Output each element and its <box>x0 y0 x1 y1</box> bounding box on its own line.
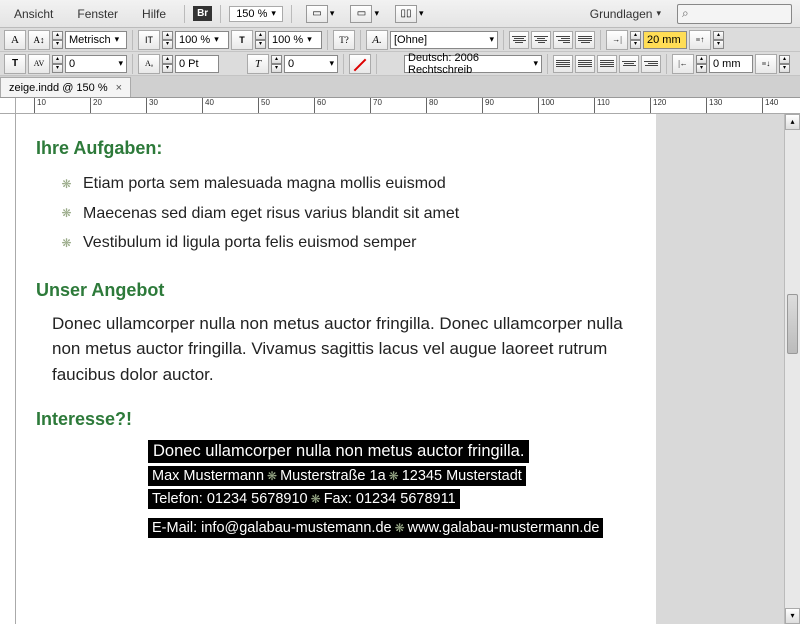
contact-address: Max Mustermann❋Musterstraße 1a❋12345 Mus… <box>148 466 526 486</box>
spinner[interactable]: ▴▾ <box>255 31 266 49</box>
menu-fenster[interactable]: Fenster <box>67 5 128 23</box>
arrange-icon[interactable]: ▯▯ <box>395 5 417 23</box>
scroll-thumb[interactable] <box>787 294 798 354</box>
skew-field[interactable]: 0▾ <box>284 55 338 73</box>
document-page[interactable]: Ihre Aufgaben: ❋Etiam porta sem malesuad… <box>16 114 656 624</box>
canvas-area: Ihre Aufgaben: ❋Etiam porta sem malesuad… <box>16 114 784 624</box>
list-item: ❋Vestibulum id ligula porta felis euismo… <box>60 228 636 258</box>
indent-left-icon[interactable]: →| <box>606 30 628 50</box>
zoom-level-select[interactable]: 150 %▾ <box>229 6 283 22</box>
char-style-select[interactable]: [Ohne]▾ <box>390 31 498 49</box>
spinner[interactable]: ▴▾ <box>713 31 724 49</box>
flower-icon: ❋ <box>60 177 73 190</box>
indent-left-field[interactable]: 20 mm <box>643 31 687 49</box>
skew-icon[interactable]: T <box>247 54 269 74</box>
workspace-switcher[interactable]: Grundlagen▾ <box>582 5 669 23</box>
task-list: ❋Etiam porta sem malesuada magna mollis … <box>60 169 636 258</box>
spinner[interactable]: ▴▾ <box>52 55 63 73</box>
heading-offer: Unser Angebot <box>36 280 636 301</box>
vertical-scrollbar[interactable]: ▴ ▾ <box>784 114 800 624</box>
heading-interest: Interesse?! <box>36 409 636 430</box>
baseline-shift-icon[interactable]: Aₐ <box>138 54 160 74</box>
align-center-button[interactable] <box>531 31 551 49</box>
document-tab[interactable]: zeige.indd @ 150 % × <box>0 77 131 97</box>
spinner[interactable]: ▴▾ <box>271 55 282 73</box>
menubar: Ansicht Fenster Hilfe Br 150 %▾ ▭▾ ▭▾ ▯▯… <box>0 0 800 28</box>
control-panel: A A↕ ▴▾ Metrisch▾ IT ▴▾ 100 %▾ T ▴▾ 100 … <box>0 28 800 76</box>
list-item: ❋Etiam porta sem malesuada magna mollis … <box>60 169 636 199</box>
align-toward-spine-button[interactable] <box>619 55 639 73</box>
spinner[interactable]: ▴▾ <box>52 31 63 49</box>
language-select[interactable]: Deutsch: 2006 Rechtschreib▾ <box>404 55 542 73</box>
spinner[interactable]: ▴▾ <box>162 55 173 73</box>
spinner[interactable]: ▴▾ <box>696 55 707 73</box>
space-after-icon[interactable]: ≡↓ <box>755 54 777 74</box>
para-formatting-icon[interactable]: T <box>4 54 26 74</box>
contact-block: Donec ullamcorper nulla non metus auctor… <box>148 440 636 541</box>
list-item: ❋Maecenas sed diam eget risus varius bla… <box>60 199 636 229</box>
justify-all-right-button[interactable] <box>597 55 617 73</box>
hscale-icon[interactable]: T <box>231 30 253 50</box>
no-fill-icon[interactable] <box>349 54 371 74</box>
align-right-button[interactable] <box>553 31 573 49</box>
align-left-button[interactable] <box>509 31 529 49</box>
indent-right-field[interactable]: 0 mm <box>709 55 753 73</box>
spinner[interactable]: ▴▾ <box>630 31 641 49</box>
contact-email: E-Mail: info@galabau-mustemann.de❋www.ga… <box>148 518 603 538</box>
close-tab-icon[interactable]: × <box>116 82 122 94</box>
vertical-ruler[interactable] <box>0 114 16 624</box>
view-mode-icon[interactable]: ▭ <box>306 5 328 23</box>
char-panel-icon[interactable]: A↕ <box>28 30 50 50</box>
flower-icon: ❋ <box>60 236 73 249</box>
spinner[interactable]: ▴▾ <box>162 31 173 49</box>
flower-icon: ❋ <box>60 207 73 220</box>
space-before-icon[interactable]: ≡↑ <box>689 30 711 50</box>
hscale-select[interactable]: 100 %▾ <box>268 31 322 49</box>
baseline-icon[interactable]: T? <box>333 30 355 50</box>
kerning-select[interactable]: Metrisch▾ <box>65 31 127 49</box>
scroll-up-button[interactable]: ▴ <box>785 114 800 130</box>
align-away-spine-button[interactable] <box>641 55 661 73</box>
vscale-select[interactable]: 100 %▾ <box>175 31 229 49</box>
document-tab-bar: zeige.indd @ 150 % × <box>0 76 800 98</box>
tracking-field[interactable]: 0▾ <box>65 55 127 73</box>
justify-all-left-button[interactable] <box>553 55 573 73</box>
contact-phone: Telefon: 01234 5678910❋Fax: 01234 567891… <box>148 489 460 509</box>
bridge-icon[interactable]: Br <box>193 6 212 21</box>
justify-button[interactable] <box>575 31 595 49</box>
menu-ansicht[interactable]: Ansicht <box>4 5 63 23</box>
vscale-icon[interactable]: IT <box>138 30 160 50</box>
menu-hilfe[interactable]: Hilfe <box>132 5 176 23</box>
baseline-field[interactable]: 0 Pt <box>175 55 219 73</box>
screen-mode-icon[interactable]: ▭ <box>350 5 372 23</box>
heading-tasks: Ihre Aufgaben: <box>36 138 636 159</box>
tab-label: zeige.indd @ 150 % <box>9 82 108 94</box>
contact-headline: Donec ullamcorper nulla non metus auctor… <box>148 440 529 463</box>
offer-paragraph: Donec ullamcorper nulla non metus auctor… <box>52 311 636 388</box>
search-input[interactable] <box>677 4 792 24</box>
tracking-icon[interactable]: AV <box>28 54 50 74</box>
fill-color-icon[interactable]: A. <box>366 30 388 50</box>
ruler-origin[interactable] <box>0 98 16 113</box>
horizontal-ruler[interactable]: 102030405060708090100110120130140 <box>16 98 800 113</box>
scroll-down-button[interactable]: ▾ <box>785 608 800 624</box>
char-formatting-icon[interactable]: A <box>4 30 26 50</box>
indent-right-icon[interactable]: |← <box>672 54 694 74</box>
justify-all-center-button[interactable] <box>575 55 595 73</box>
spinner[interactable]: ▴▾ <box>779 55 790 73</box>
